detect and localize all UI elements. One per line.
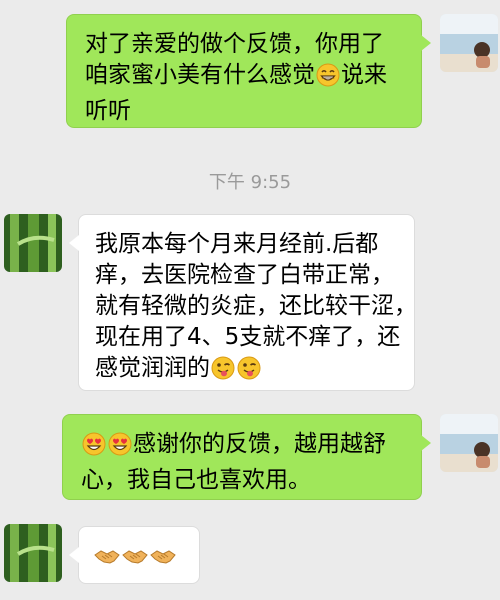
message-text: 听听 [85,98,131,124]
avatar-contact[interactable] [4,524,62,582]
heart-eyes-emoji [82,432,106,465]
message-text: 就有轻微的炎症，还比较干涩， [95,293,417,319]
message-text: 我原本每个月来月经前.后都 [95,231,379,257]
message-text: 对了亲爱的做个反馈，你用了 [85,31,384,57]
grinning-face-emoji [316,63,340,96]
winking-tongue-emoji [211,356,235,389]
message-text: 咱家蜜小美有什么感觉 [85,62,315,88]
avatar-contact[interactable] [4,214,62,272]
message-bubble-incoming[interactable] [69,526,200,584]
message-text: 痒，去医院检查了白带正常， [95,262,394,288]
avatar-self[interactable] [440,14,498,72]
message-timestamp: 下午 9:55 [208,172,292,193]
avatar-self[interactable] [440,414,498,472]
message-text: 现在用了4、5支就不痒了，还 [95,324,401,350]
message-bubble-incoming[interactable]: 我原本每个月来月经前.后都 痒，去医院检查了白带正常， 就有轻微的炎症，还比较干… [69,214,417,391]
handshake-emoji [150,544,176,577]
winking-tongue-emoji [237,356,261,389]
message-text: 心，我自己也喜欢用。 [81,467,311,493]
message-text: 感谢你的反馈，越用越舒 [133,431,386,457]
message-text: 感觉润润的 [95,355,210,381]
message-bubble-outgoing[interactable]: 对了亲爱的做个反馈，你用了 咱家蜜小美有什么感觉 说来 听听 [66,14,431,128]
message-text: 说来 [341,62,387,88]
message-bubble-outgoing[interactable]: 感谢你的反馈，越用越舒 心，我自己也喜欢用。 [62,414,431,500]
handshake-emoji [122,544,148,577]
handshake-emoji [94,544,120,577]
heart-eyes-emoji [108,432,132,465]
